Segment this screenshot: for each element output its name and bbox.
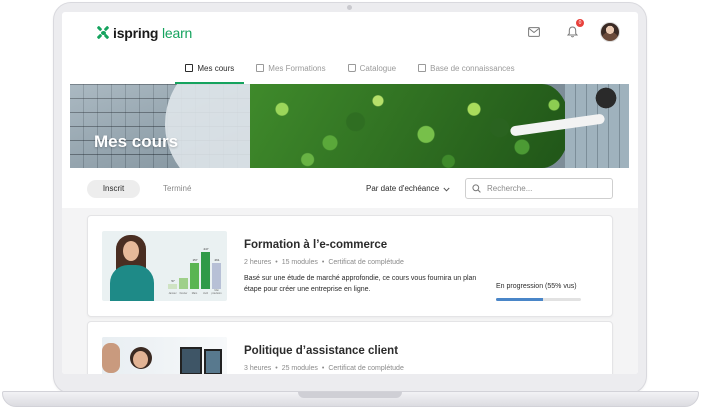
- course-modules: 15 modules: [281, 259, 318, 266]
- app-screen: ispring learn 0 Mes cours Mes Formations…: [62, 12, 638, 374]
- thumbnail-person: [102, 343, 120, 373]
- thumbnail-bar-chart: 57 157 247 261 Janvier Février Mars Avri…: [168, 245, 224, 297]
- meta-separator: •: [321, 365, 325, 372]
- bell-icon: [566, 26, 578, 38]
- course-card[interactable]: 57 157 247 261 Janvier Février Mars Avri…: [87, 215, 613, 317]
- notification-badge: 0: [576, 19, 584, 27]
- course-duration: 3 heures: [244, 365, 272, 372]
- search-icon: [472, 184, 481, 193]
- tab-base-de-connaissances[interactable]: Base de connaissances: [412, 56, 521, 80]
- top-bar: ispring learn 0: [62, 12, 638, 52]
- thumbnail-bar: [179, 278, 188, 289]
- thumbnail-bar-value: 261: [214, 258, 220, 262]
- course-thumbnail: [102, 337, 227, 374]
- progress-bar: [496, 298, 581, 301]
- progress-fill: [496, 298, 543, 301]
- mail-button[interactable]: [524, 22, 544, 42]
- progress-label: En progression (55% vus): [496, 283, 577, 290]
- thumbnail-axis-label: Janvier: [168, 292, 177, 295]
- course-duration: 2 heures: [244, 259, 272, 266]
- notifications-button[interactable]: 0: [562, 19, 584, 42]
- thumbnail-bar-value: 157: [192, 258, 198, 262]
- tab-label: Catalogue: [359, 63, 397, 73]
- thumbnail-person-face: [133, 351, 148, 368]
- page-title: Mes cours: [94, 132, 179, 151]
- chevron-down-icon: [443, 187, 450, 192]
- course-title[interactable]: Formation à l’e-commerce: [244, 239, 387, 251]
- course-certificate: Certificat de complétude: [328, 365, 404, 372]
- meta-separator: •: [321, 259, 325, 266]
- sort-dropdown[interactable]: Par date d'echéance: [366, 180, 450, 198]
- laptop-mockup: ispring learn 0 Mes cours Mes Formations…: [0, 0, 701, 414]
- thumbnail-axis-label: Avril: [203, 292, 208, 295]
- meta-separator: •: [275, 259, 278, 266]
- logo-text: ispring learn: [113, 25, 192, 41]
- course-meta: 3 heures • 25 modules • Certificat de co…: [244, 365, 404, 372]
- tab-label: Mes cours: [197, 63, 235, 73]
- tab-label: Base de connaissances: [430, 63, 515, 73]
- sort-label: Par date d'echéance: [366, 184, 440, 193]
- tab-label: Mes Formations: [268, 63, 326, 73]
- thumbnail-bar: [201, 252, 210, 289]
- filters-bar: Inscrit Terminé Par date d'echéance: [62, 172, 638, 208]
- thumbnail-bar: [212, 263, 221, 289]
- course-title[interactable]: Politique d’assistance client: [244, 345, 398, 357]
- document-icon: [418, 64, 427, 72]
- tab-mes-cours[interactable]: Mes cours: [175, 56, 245, 84]
- logo[interactable]: ispring learn: [96, 25, 192, 41]
- main-nav: Mes cours Mes Formations Catalogue Base …: [62, 56, 638, 84]
- book-icon: [185, 64, 194, 72]
- thumbnail-bar: [168, 284, 177, 289]
- avatar[interactable]: [600, 22, 620, 42]
- camera-dot: [347, 5, 352, 10]
- thumbnail-axis-label: Mars: [191, 292, 198, 295]
- course-list: 57 157 247 261 Janvier Février Mars Avri…: [62, 208, 638, 374]
- tab-termine[interactable]: Terminé: [163, 180, 191, 198]
- calendar-icon: [256, 64, 265, 72]
- course-card[interactable]: Politique d’assistance client 3 heures •…: [87, 321, 613, 374]
- course-thumbnail: 57 157 247 261 Janvier Février Mars Avri…: [102, 231, 227, 301]
- thumbnail-bar: [190, 263, 199, 289]
- thumbnail-person-face: [123, 241, 139, 261]
- laptop-notch: [298, 392, 402, 398]
- banner-person-image: [588, 86, 624, 116]
- logo-brand: ispring: [113, 25, 159, 41]
- tab-inscrit[interactable]: Inscrit: [87, 180, 140, 198]
- thumbnail-bar-value: 247: [203, 247, 209, 251]
- course-modules: 25 modules: [281, 365, 318, 372]
- search-box[interactable]: [465, 178, 613, 199]
- thumbnail-person-body: [110, 265, 154, 301]
- tab-catalogue[interactable]: Catalogue: [342, 56, 402, 80]
- meta-separator: •: [275, 365, 278, 372]
- search-input[interactable]: [487, 184, 597, 193]
- course-certificate: Certificat de complétude: [328, 259, 404, 266]
- thumbnail-bar-value: 57: [171, 279, 175, 283]
- tab-mes-formations[interactable]: Mes Formations: [250, 56, 331, 80]
- logo-mark-icon: [96, 25, 110, 40]
- course-meta: 2 heures • 15 modules • Certificat de co…: [244, 259, 404, 266]
- thumbnail-axis-label: Mai prévision: [211, 289, 222, 295]
- logo-product: learn: [161, 25, 193, 41]
- hero-banner: Mes cours: [70, 84, 629, 168]
- thumbnail-monitor: [180, 347, 202, 374]
- bag-icon: [347, 64, 356, 72]
- course-description: Basé sur une étude de marché approfondie…: [244, 275, 477, 293]
- thumbnail-axis-label: Février: [179, 292, 188, 295]
- thumbnail-monitor: [204, 349, 222, 374]
- mail-icon: [528, 27, 540, 37]
- header-actions: 0: [524, 19, 620, 42]
